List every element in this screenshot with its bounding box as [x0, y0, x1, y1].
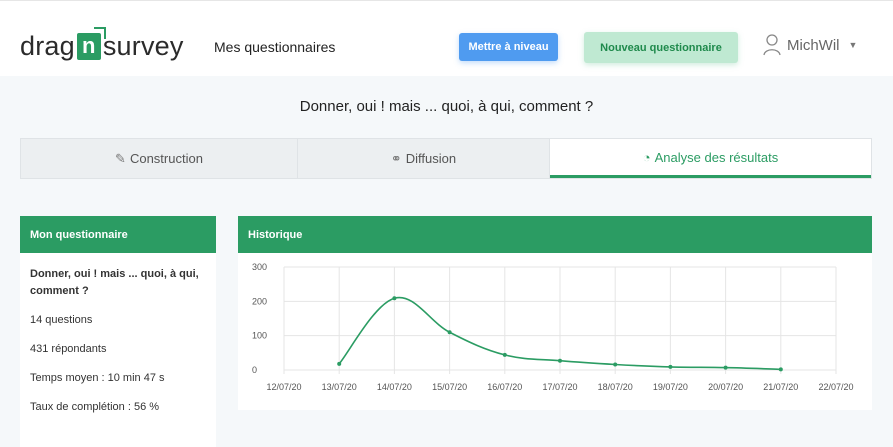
summary-survey-name: Donner, oui ! mais ... quoi, à qui, comm… — [30, 268, 199, 297]
x-tick-label: 17/07/20 — [542, 382, 577, 392]
dragnsurvey-logo[interactable]: drag n survey — [20, 26, 184, 64]
tab-label: Diffusion — [405, 151, 457, 166]
user-icon — [763, 34, 781, 56]
questions-count: 14 questions — [30, 314, 93, 326]
tab-label: Construction — [129, 151, 203, 166]
y-tick-label: 200 — [252, 296, 267, 306]
data-point — [337, 361, 342, 366]
survey-tabs: ✎ Construction ⚭ Diffusion ◔ Analyse des… — [20, 138, 872, 179]
data-point — [668, 364, 673, 369]
logo-text-survey: survey — [102, 30, 184, 61]
my-surveys-link[interactable]: Mes questionnaires — [214, 39, 335, 55]
data-point — [447, 330, 452, 335]
y-tick-label: 300 — [252, 262, 267, 272]
x-tick-label: 14/07/20 — [377, 382, 412, 392]
user-name: MichWil — [787, 36, 840, 54]
data-point — [392, 296, 397, 301]
user-menu[interactable]: MichWil ▼ — [763, 30, 857, 60]
x-tick-label: 15/07/20 — [432, 382, 467, 392]
data-point — [502, 352, 507, 357]
tab-diffusion[interactable]: ⚭ Diffusion — [298, 139, 550, 178]
survey-title: Donner, oui ! mais ... quoi, à qui, comm… — [299, 98, 594, 115]
upgrade-button[interactable]: Mettre à niveau — [459, 33, 558, 61]
x-tick-label: 16/07/20 — [487, 382, 522, 392]
respondents-count: 431 répondants — [30, 343, 107, 355]
tab-analyse[interactable]: ◔ Analyse des résultats — [550, 139, 871, 178]
y-tick-label: 0 — [252, 365, 257, 375]
top-navigation-bar: drag n survey Mes questionnaires Mettre … — [0, 0, 893, 76]
tab-construction[interactable]: ✎ Construction — [21, 139, 298, 178]
data-point — [613, 362, 618, 367]
x-tick-label: 21/07/20 — [763, 382, 798, 392]
card-header: Historique — [238, 216, 872, 253]
x-tick-label: 18/07/20 — [598, 382, 633, 392]
new-survey-button[interactable]: Nouveau questionnaire — [584, 32, 738, 63]
x-tick-label: 20/07/20 — [708, 382, 743, 392]
share-icon: ⚭ — [390, 150, 402, 166]
x-tick-label: 12/07/20 — [266, 382, 301, 392]
card-header: Mon questionnaire — [20, 216, 216, 253]
edit-icon: ✎ — [115, 150, 126, 166]
x-tick-label: 13/07/20 — [322, 382, 357, 392]
x-tick-label: 19/07/20 — [653, 382, 688, 392]
data-point — [558, 358, 562, 363]
chevron-down-icon: ▼ — [848, 40, 858, 50]
history-line-chart: 0 100 200 300 12/07/20 13/07/20 14/07/20 15/07/… — [252, 262, 854, 392]
tab-label: Analyse des résultats — [654, 149, 779, 165]
y-tick-label: 100 — [252, 331, 267, 341]
data-point — [723, 365, 728, 370]
data-point — [778, 367, 783, 372]
logo-n-box: n — [76, 26, 106, 60]
pie-chart-icon: ◔ — [642, 149, 651, 165]
x-tick-label: 22/07/20 — [818, 382, 853, 392]
logo-text-drag: drag — [20, 30, 75, 61]
survey-summary-card: Mon questionnaire Donner, oui ! mais ...… — [20, 216, 216, 447]
average-time: Temps moyen : 10 min 47 s — [30, 372, 165, 384]
completion-rate: Taux de complétion : 56 % — [30, 401, 160, 413]
history-card: Historique 0 100 200 300 12/07/20 13/07/20 14/… — [238, 216, 872, 410]
